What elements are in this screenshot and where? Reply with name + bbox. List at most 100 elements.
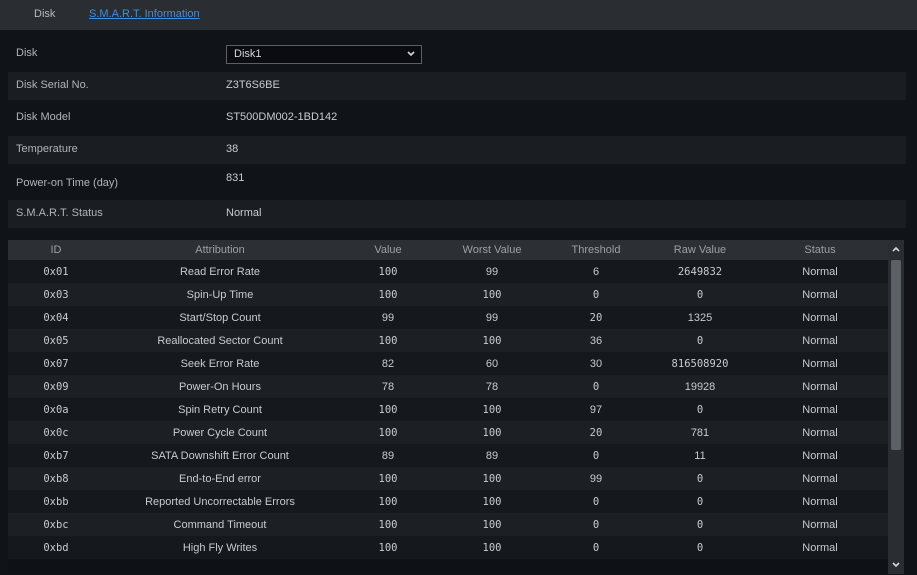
cell-id: 0xbc — [43, 519, 69, 531]
table-row: 0x01 Read Error Rate 100 99 6 2649832 No… — [8, 260, 888, 283]
cell-threshold: 0 — [592, 496, 600, 508]
cell-attribution: Power-On Hours — [179, 381, 261, 393]
disk-label: Disk — [16, 47, 38, 59]
temperature-label: Temperature — [16, 143, 78, 155]
cell-value: 100 — [378, 473, 398, 485]
cell-value: 100 — [378, 519, 398, 531]
cell-id: 0xbb — [43, 496, 69, 508]
table-row: 0xbd High Fly Writes 100 100 0 0 Normal — [8, 536, 888, 559]
model-value: ST500DM002-1BD142 — [226, 111, 338, 123]
cell-worst-value: 100 — [482, 542, 502, 554]
cell-attribution: Spin-Up Time — [186, 289, 254, 301]
table-scrollbar[interactable] — [888, 240, 904, 574]
table-row: 0x0a Spin Retry Count 100 100 97 0 Norma… — [8, 398, 888, 421]
smart-status-value: Normal — [226, 207, 262, 219]
cell-id: 0x0c — [43, 427, 69, 439]
cell-threshold: 20 — [589, 427, 603, 439]
cell-raw-value: 0 — [696, 542, 704, 554]
cell-status: Normal — [802, 381, 838, 393]
cell-threshold: 0 — [592, 450, 600, 462]
model-label: Disk Model — [16, 111, 71, 123]
cell-id: 0xb8 — [43, 473, 69, 485]
cell-threshold: 97 — [589, 404, 603, 416]
cell-value: 100 — [378, 496, 398, 508]
cell-worst-value: 100 — [482, 473, 502, 485]
temperature-value: 38 — [226, 143, 239, 155]
chevron-up-icon[interactable] — [891, 244, 901, 254]
cell-id: 0x03 — [43, 289, 69, 301]
cell-raw-value: 0 — [696, 404, 704, 416]
cell-id: 0x04 — [43, 312, 69, 324]
table-row: 0xbc Command Timeout 100 100 0 0 Normal — [8, 513, 888, 536]
cell-attribution: Reallocated Sector Count — [157, 335, 283, 347]
table-row: 0x05 Reallocated Sector Count 100 100 36… — [8, 329, 888, 352]
table-row: 0x0c Power Cycle Count 100 100 20 781 No… — [8, 421, 888, 444]
cell-value: 100 — [378, 289, 398, 301]
tab-bar: Disk S.M.A.R.T. Information — [0, 0, 917, 30]
cell-worst-value: 100 — [482, 496, 502, 508]
cell-threshold: 99 — [589, 473, 603, 485]
cell-status: Normal — [802, 450, 838, 462]
cell-threshold: 20 — [589, 312, 603, 324]
cell-id: 0xb7 — [43, 450, 69, 462]
cell-attribution: Spin Retry Count — [178, 404, 262, 416]
cell-threshold: 0 — [592, 519, 600, 531]
cell-id: 0x07 — [43, 358, 69, 370]
chevron-down-icon[interactable] — [891, 560, 901, 570]
cell-worst-value: 60 — [485, 358, 499, 370]
cell-status: Normal — [802, 266, 838, 278]
disk-select[interactable]: Disk1 — [226, 45, 422, 64]
header-value: Value — [374, 244, 402, 256]
cell-status: Normal — [802, 473, 838, 485]
cell-status: Normal — [802, 496, 838, 508]
table-row: 0x04 Start/Stop Count 99 99 20 1325 Norm… — [8, 306, 888, 329]
cell-threshold: 0 — [592, 381, 600, 393]
cell-status: Normal — [802, 542, 838, 554]
cell-value: 100 — [378, 404, 398, 416]
header-id: ID — [50, 244, 62, 256]
table-body: 0x01 Read Error Rate 100 99 6 2649832 No… — [8, 260, 888, 574]
serial-label: Disk Serial No. — [16, 79, 89, 91]
cell-attribution: End-to-End error — [179, 473, 261, 485]
cell-worst-value: 99 — [485, 266, 499, 278]
smart-information-window: Disk S.M.A.R.T. Information Disk Disk1 D… — [0, 0, 917, 575]
smart-table: ID Attribution Value Worst Value Thresho… — [8, 240, 904, 574]
table-row: 0x07 Seek Error Rate 82 60 30 816508920 … — [8, 352, 888, 375]
disk-row: Disk Disk1 — [8, 40, 906, 68]
tab-disk[interactable]: Disk — [34, 7, 55, 21]
table-header: ID Attribution Value Worst Value Thresho… — [8, 240, 888, 260]
cell-raw-value: 2649832 — [677, 266, 723, 278]
cell-id: 0xbd — [43, 542, 69, 554]
cell-attribution: Power Cycle Count — [172, 427, 268, 439]
power-on-row: Power-on Time (day) 831 — [8, 168, 906, 196]
cell-raw-value: 19928 — [684, 381, 716, 393]
cell-value: 100 — [378, 542, 398, 554]
cell-id: 0x09 — [43, 381, 69, 393]
disk-info-panel: Disk Disk1 Disk Serial No. Z3T6S6BE Disk… — [8, 40, 906, 228]
cell-raw-value: 816508920 — [671, 358, 729, 370]
serial-row: Disk Serial No. Z3T6S6BE — [8, 72, 906, 100]
serial-value: Z3T6S6BE — [226, 79, 280, 91]
smart-status-label: S.M.A.R.T. Status — [16, 207, 103, 219]
cell-value: 82 — [381, 358, 395, 370]
cell-threshold: 0 — [592, 542, 600, 554]
cell-attribution: Reported Uncorrectable Errors — [145, 496, 295, 508]
scroll-thumb[interactable] — [891, 260, 901, 450]
temperature-row: Temperature 38 — [8, 136, 906, 164]
cell-raw-value: 0 — [696, 519, 704, 531]
power-on-label: Power-on Time (day) — [16, 177, 119, 189]
tab-smart-information[interactable]: S.M.A.R.T. Information — [89, 7, 200, 21]
table-row: 0xb8 End-to-End error 100 100 99 0 Norma… — [8, 467, 888, 490]
cell-worst-value: 89 — [485, 450, 499, 462]
cell-raw-value: 1325 — [687, 312, 713, 324]
cell-value: 78 — [381, 381, 395, 393]
cell-value: 99 — [381, 312, 395, 324]
cell-threshold: 6 — [592, 266, 600, 278]
model-row: Disk Model ST500DM002-1BD142 — [8, 104, 906, 132]
cell-worst-value: 100 — [482, 335, 502, 347]
cell-status: Normal — [802, 312, 838, 324]
cell-status: Normal — [802, 427, 838, 439]
header-threshold: Threshold — [571, 244, 621, 256]
cell-worst-value: 99 — [485, 312, 499, 324]
table-row: 0xb7 SATA Downshift Error Count 89 89 0 … — [8, 444, 888, 467]
